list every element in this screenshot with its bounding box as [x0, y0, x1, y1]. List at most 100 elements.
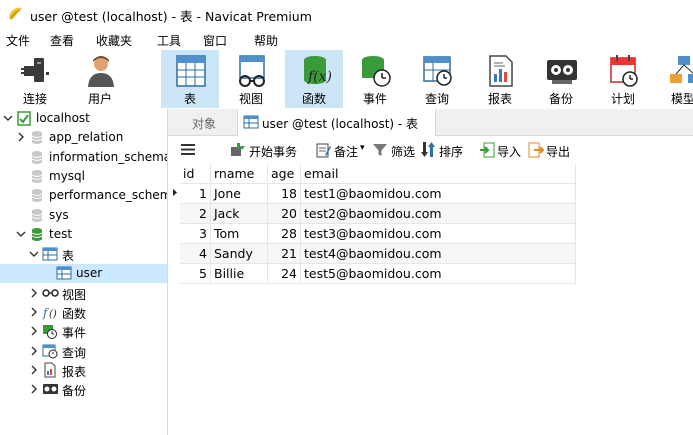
chevron-right-icon[interactable] — [16, 131, 26, 143]
tree-connection-localhost[interactable]: localhost — [0, 109, 167, 128]
cell-email[interactable]: test1@baomidou.com — [300, 183, 576, 204]
menu-window[interactable]: 窗口 — [203, 32, 227, 49]
export-icon — [528, 142, 544, 158]
tree-folder-views[interactable]: 视图 — [0, 284, 167, 303]
cell-rname[interactable]: Sandy — [210, 243, 268, 264]
chevron-right-icon[interactable] — [29, 325, 39, 337]
schedule-button[interactable]: 计划 — [594, 50, 652, 108]
table-row[interactable]: 1 Jone 18 test1@baomidou.com — [180, 183, 576, 204]
tree-folder-tables[interactable]: 表 — [0, 245, 167, 264]
glasses-icon — [239, 55, 265, 87]
tree-db-label: test — [49, 227, 73, 241]
cell-rname[interactable]: Jone — [210, 183, 268, 204]
menu-file[interactable]: 文件 — [6, 32, 30, 49]
connection-button[interactable]: 连接 — [6, 50, 64, 108]
import-button[interactable]: 导入 — [479, 140, 525, 160]
tree-folder-queries[interactable]: 查询 — [0, 342, 167, 361]
cell-rname[interactable]: Tom — [210, 223, 268, 244]
export-button[interactable]: 导出 — [528, 140, 574, 160]
menu-tools[interactable]: 工具 — [157, 32, 181, 49]
cell-age[interactable]: 24 — [267, 263, 301, 284]
view-button[interactable]: 视图 — [222, 50, 280, 108]
cell-age[interactable]: 18 — [267, 183, 301, 204]
function-label: 函数 — [301, 92, 326, 106]
column-header-email[interactable]: email — [300, 164, 576, 184]
column-header-rname[interactable]: rname — [210, 164, 268, 184]
cell-age[interactable]: 21 — [267, 243, 301, 264]
backup-button[interactable]: 备份 — [532, 50, 590, 108]
table-row[interactable]: 2 Jack 20 test2@baomidou.com — [180, 203, 576, 224]
chevron-down-icon[interactable] — [3, 112, 13, 124]
table-row[interactable]: 3 Tom 28 test3@baomidou.com — [180, 223, 576, 244]
cell-email[interactable]: test5@baomidou.com — [300, 263, 576, 284]
table-folder-icon — [42, 247, 58, 261]
chevron-down-icon[interactable] — [16, 228, 26, 240]
tree-folder-reports[interactable]: 报表 — [0, 361, 167, 380]
cell-id[interactable]: 2 — [180, 203, 211, 224]
tree-db-test[interactable]: test — [0, 225, 167, 244]
cell-rname[interactable]: Jack — [210, 203, 268, 224]
schedule-icon — [610, 55, 638, 87]
svg-text:f(x): f(x) — [307, 69, 331, 85]
tree-folder-label: 表 — [62, 249, 75, 263]
table-button[interactable]: 表 — [161, 50, 219, 108]
user-button[interactable]: 用户 — [71, 50, 129, 108]
chevron-down-icon[interactable] — [29, 248, 39, 260]
row-selector[interactable] — [168, 183, 180, 202]
cell-id[interactable]: 3 — [180, 223, 211, 244]
table-row[interactable]: 5 Billie 24 test5@baomidou.com — [180, 263, 576, 284]
tree-db-information-schema[interactable]: information_schema — [0, 148, 167, 167]
cell-age[interactable]: 20 — [267, 203, 301, 224]
tree-table-user[interactable]: user — [0, 264, 167, 283]
chevron-right-icon[interactable] — [29, 287, 39, 299]
query-icon — [423, 56, 452, 86]
cell-age[interactable]: 28 — [267, 223, 301, 244]
cell-rname[interactable]: Billie — [210, 263, 268, 284]
memo-dropdown-icon[interactable]: ▾ — [360, 143, 365, 153]
connection-icon — [17, 111, 31, 126]
report-icon — [489, 55, 513, 87]
tree-db-performance-schema[interactable]: performance_schema — [0, 186, 167, 205]
memo-button[interactable]: 备注 ▾ — [316, 140, 370, 160]
tree-db-sys[interactable]: sys — [0, 206, 167, 225]
tree-db-mysql[interactable]: mysql — [0, 167, 167, 186]
report-button[interactable]: 报表 — [471, 50, 529, 108]
tree-folder-events[interactable]: 事件 — [0, 322, 167, 341]
begin-transaction-button[interactable]: 开始事务 — [230, 140, 300, 160]
tab-objects[interactable]: 对象 — [168, 109, 238, 135]
tree-folder-functions[interactable]: f() 函数 — [0, 303, 167, 322]
tree-db-label: information_schema — [49, 150, 168, 164]
cell-email[interactable]: test2@baomidou.com — [300, 203, 576, 224]
export-label: 导出 — [546, 145, 571, 159]
query-button[interactable]: 查询 — [408, 50, 466, 108]
cell-id[interactable]: 5 — [180, 263, 211, 284]
function-button[interactable]: f(x) 函数 — [285, 50, 343, 108]
cell-email[interactable]: test3@baomidou.com — [300, 223, 576, 244]
chevron-right-icon[interactable] — [29, 383, 39, 395]
event-icon — [43, 325, 57, 339]
tab-user-table[interactable]: user @test (localhost) - 表 — [237, 109, 436, 136]
cell-email[interactable]: test4@baomidou.com — [300, 243, 576, 264]
model-button[interactable]: 模型 — [656, 50, 693, 108]
menu-help[interactable]: 帮助 — [254, 32, 278, 49]
menu-button[interactable] — [180, 140, 198, 160]
sort-button[interactable]: 排序 — [420, 140, 470, 160]
event-button[interactable]: 事件 — [346, 50, 404, 108]
menu-favorites[interactable]: 收藏夹 — [96, 32, 132, 49]
database-icon — [31, 209, 43, 222]
column-header-id[interactable]: id — [180, 164, 211, 184]
tree-db-app-relation[interactable]: app_relation — [0, 128, 167, 147]
filter-button[interactable]: 筛选 — [372, 140, 420, 160]
user-icon — [88, 56, 114, 87]
navigation-tree: localhost app_relation information_schem… — [0, 109, 168, 435]
cell-id[interactable]: 1 — [180, 183, 211, 204]
chevron-right-icon[interactable] — [29, 345, 39, 357]
column-header-age[interactable]: age — [267, 164, 301, 184]
chevron-right-icon[interactable] — [29, 306, 39, 318]
tree-db-label: performance_schema — [49, 188, 168, 202]
cell-id[interactable]: 4 — [180, 243, 211, 264]
menu-view[interactable]: 查看 — [50, 32, 74, 49]
chevron-right-icon[interactable] — [29, 364, 39, 376]
tree-folder-backups[interactable]: 备份 — [0, 380, 167, 399]
table-row[interactable]: 4 Sandy 21 test4@baomidou.com — [180, 243, 576, 264]
